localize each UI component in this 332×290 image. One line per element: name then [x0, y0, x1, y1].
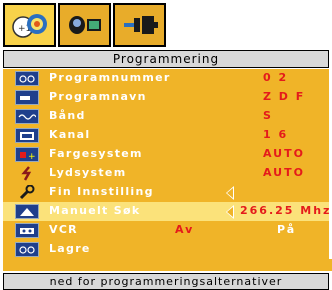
- menu-tabs: +1: [3, 3, 168, 47]
- menu-row-color-system[interactable]: + Fargesystem AUTO: [3, 145, 332, 164]
- arrow-left-icon[interactable]: [226, 186, 234, 200]
- vcr-option-on[interactable]: På: [277, 223, 296, 236]
- menu-row-fine-tuning[interactable]: Fin Innstilling: [3, 183, 332, 202]
- svg-text:+: +: [28, 152, 36, 160]
- arrow-left-icon[interactable]: [226, 205, 234, 219]
- settings-panel: Programnummer 0 2 Programnavn Z D F Bånd…: [3, 69, 332, 271]
- picture-settings-icon: +1: [11, 14, 47, 38]
- fine-tuning-icon: [15, 185, 39, 200]
- tab-sound[interactable]: [58, 3, 111, 47]
- help-text: ned for programmeringsalternativer: [3, 273, 329, 290]
- menu-row-band[interactable]: Bånd S: [3, 107, 332, 126]
- menu-row-vcr[interactable]: VCR Av På: [3, 221, 332, 240]
- menu-row-value: 0 2: [263, 71, 289, 84]
- menu-row-save[interactable]: Lagre: [3, 240, 332, 259]
- page-title: Programmering: [3, 50, 329, 68]
- menu-row-program-name[interactable]: Programnavn Z D F: [3, 88, 332, 107]
- menu-row-channel[interactable]: Kanal 1 6: [3, 126, 332, 145]
- sound-settings-icon: [68, 16, 101, 34]
- color-system-icon: +: [15, 147, 39, 162]
- menu-row-label: Kanal: [49, 128, 91, 141]
- menu-row-label: Lydsystem: [49, 166, 127, 179]
- menu-row-manual-search[interactable]: Manuelt Søk 266.25 Mhz: [3, 202, 332, 221]
- vcr-option-off[interactable]: Av: [175, 223, 194, 236]
- tab-connection[interactable]: [113, 3, 166, 47]
- menu-row-value: Z D F: [263, 90, 306, 103]
- menu-row-label: VCR: [49, 223, 78, 236]
- menu-row-label: Fargesystem: [49, 147, 143, 160]
- connection-settings-icon: [123, 16, 158, 34]
- menu-row-value: AUTO: [263, 147, 305, 160]
- menu-row-sound-system[interactable]: Lydsystem AUTO: [3, 164, 332, 183]
- manual-search-icon: [15, 204, 39, 219]
- channel-icon: [15, 128, 39, 143]
- menu-row-label: Lagre: [49, 242, 91, 255]
- tab-picture[interactable]: +1: [3, 3, 56, 47]
- menu-row-program-number[interactable]: Programnummer 0 2: [3, 69, 332, 88]
- menu-row-label: Programnummer: [49, 71, 171, 84]
- save-icon: [15, 242, 39, 257]
- menu-row-label: Manuelt Søk: [49, 204, 141, 217]
- band-icon: [15, 109, 39, 124]
- menu-row-value: 1 6: [263, 128, 289, 141]
- menu-row-label: Bånd: [49, 109, 86, 122]
- sound-system-icon: [15, 166, 39, 181]
- menu-row-value: AUTO: [263, 166, 305, 179]
- program-name-icon: [15, 90, 39, 105]
- program-number-icon: [15, 71, 39, 86]
- menu-row-value: S: [263, 109, 273, 122]
- menu-row-label: Fin Innstilling: [49, 185, 154, 198]
- menu-row-value: 266.25 Mhz: [240, 204, 332, 217]
- vcr-icon: [15, 223, 39, 238]
- menu-row-label: Programnavn: [49, 90, 147, 103]
